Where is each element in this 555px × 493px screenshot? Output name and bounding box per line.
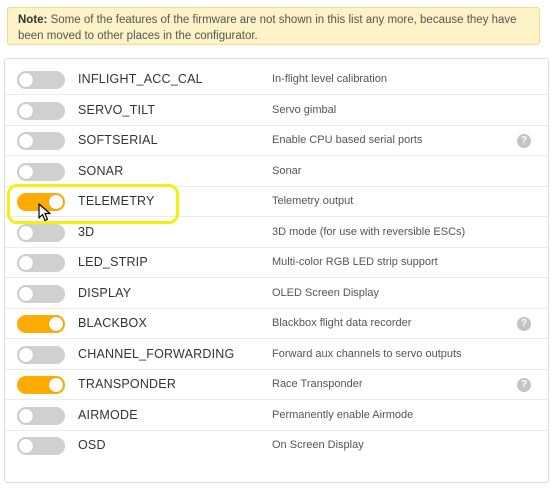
feature-name: TELEMETRY (78, 194, 155, 208)
help-icon[interactable]: ? (517, 378, 531, 392)
feature-name: OSD (78, 438, 106, 452)
feature-name: AIRMODE (78, 407, 138, 422)
feature-description: Sonar (272, 164, 302, 177)
feature-row-led-strip: LED_STRIP Multi-color RGB LED strip suppo… (5, 248, 548, 278)
toggle-knob (19, 347, 33, 362)
feature-row-transponder: TRANSPONDER Race Transponder? (5, 370, 548, 400)
feature-description: Enable CPU based serial ports (272, 134, 423, 146)
feature-row-airmode: AIRMODE Permanently enable Airmode (5, 401, 548, 431)
feature-toggle-airmode[interactable] (17, 406, 65, 425)
feature-toggle-3d[interactable] (17, 223, 65, 242)
feature-toggle-blackbox[interactable] (17, 315, 65, 333)
feature-description: Race Transponder (272, 378, 363, 390)
toggle-knob (19, 439, 33, 453)
feature-row-channel-forwarding: CHANNEL_FORWARDING Forward aux channels t… (5, 340, 548, 370)
feature-toggle-channel-forwarding[interactable] (17, 345, 65, 364)
feature-description: 3D mode (for use with reversible ESCs) (272, 225, 466, 238)
feature-name: BLACKBOX (78, 316, 147, 330)
feature-name: INFLIGHT_ACC_CAL (78, 72, 203, 86)
feature-toggle-led-strip[interactable] (17, 254, 65, 272)
feature-description: On Screen Display (272, 439, 364, 451)
feature-name: SERVO_TILT (78, 102, 156, 117)
toggle-knob (49, 317, 63, 331)
feature-name: 3D (78, 224, 95, 239)
feature-row-sonar: SONAR Sonar (5, 157, 548, 187)
feature-description: Permanently enable Airmode (272, 408, 414, 421)
toggle-knob (19, 103, 33, 118)
feature-name: LED_STRIP (78, 255, 148, 269)
feature-row-3d: 3D 3D mode (for use with reversible ESCs) (5, 218, 548, 248)
feature-name: SONAR (78, 163, 124, 178)
feature-description: Blackbox flight data recorder (272, 317, 412, 329)
feature-row-inflight-acc-cal: INFLIGHT_ACC_CAL In-flight level calibrat… (5, 65, 548, 95)
firmware-note: Note: Some of the features of the firmwa… (7, 7, 540, 45)
toggle-knob (19, 256, 33, 270)
feature-toggle-transponder[interactable] (17, 376, 65, 394)
note-label: Note: (18, 14, 48, 26)
feature-row-servo-tilt: SERVO_TILT Servo gimbal (5, 96, 548, 126)
feature-row-display: DISPLAY OLED Screen Display (5, 279, 548, 309)
feature-toggle-softserial[interactable] (17, 132, 65, 150)
toggle-knob (19, 225, 33, 240)
feature-toggle-sonar[interactable] (17, 162, 65, 181)
feature-description: OLED Screen Display (272, 286, 379, 299)
feature-description: Multi-color RGB LED strip support (272, 256, 438, 268)
feature-description: Telemetry output (272, 195, 354, 207)
feature-name: DISPLAY (78, 285, 132, 300)
toggle-knob (19, 408, 33, 423)
help-icon[interactable]: ? (517, 134, 531, 148)
feature-name: SOFTSERIAL (78, 133, 158, 147)
mouse-cursor-icon (38, 203, 51, 222)
note-text: Some of the features of the firmware are… (18, 14, 517, 42)
toggle-knob (19, 73, 33, 87)
feature-toggle-display[interactable] (17, 284, 65, 303)
feature-row-softserial: SOFTSERIAL Enable CPU based serial ports? (5, 126, 548, 156)
features-panel: INFLIGHT_ACC_CAL In-flight level calibrat… (4, 58, 549, 483)
toggle-knob (19, 286, 33, 301)
feature-toggle-osd[interactable] (17, 437, 65, 455)
toggle-knob (19, 164, 33, 179)
feature-name: TRANSPONDER (78, 377, 177, 391)
feature-name: CHANNEL_FORWARDING (78, 346, 235, 361)
feature-row-osd: OSD On Screen Display (5, 431, 548, 461)
feature-row-blackbox: BLACKBOX Blackbox flight data recorder? (5, 309, 548, 339)
feature-description: Servo gimbal (272, 103, 337, 116)
feature-toggle-inflight-acc-cal[interactable] (17, 71, 65, 89)
feature-toggle-servo-tilt[interactable] (17, 101, 65, 120)
feature-row-telemetry: TELEMETRY Telemetry output (5, 187, 548, 217)
feature-description: Forward aux channels to servo outputs (272, 347, 462, 360)
toggle-knob (49, 378, 63, 392)
feature-description: In-flight level calibration (272, 73, 387, 85)
help-icon[interactable]: ? (517, 317, 531, 331)
toggle-knob (19, 134, 33, 148)
